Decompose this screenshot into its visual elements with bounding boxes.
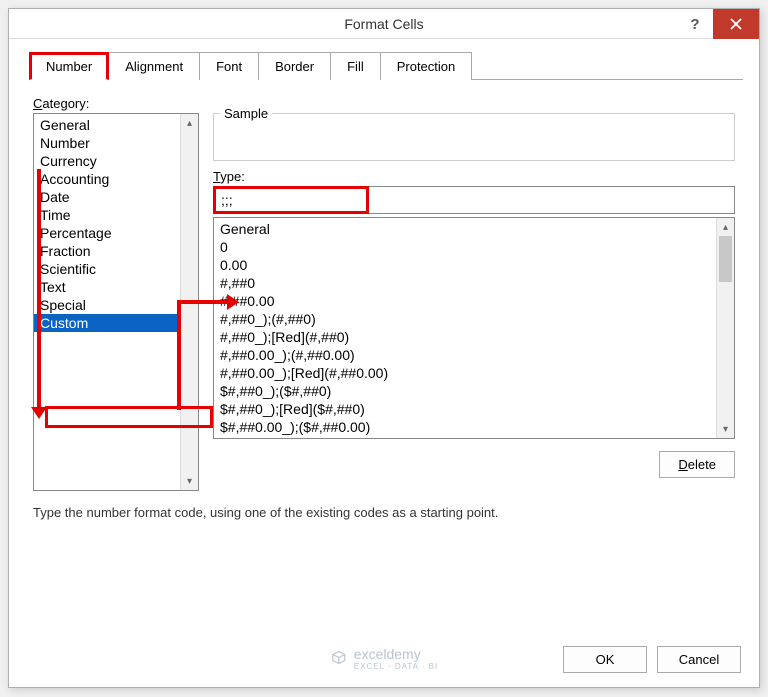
category-item-scientific[interactable]: Scientific — [34, 260, 180, 278]
format-code-item[interactable]: #,##0_);(#,##0) — [218, 310, 712, 328]
category-item-number[interactable]: Number — [34, 134, 180, 152]
format-code-item[interactable]: #,##0.00 — [218, 292, 712, 310]
tab-fill[interactable]: Fill — [330, 52, 381, 80]
category-scrollbar[interactable]: ▴ ▾ — [180, 114, 198, 490]
category-item-time[interactable]: Time — [34, 206, 180, 224]
close-button[interactable] — [713, 9, 759, 39]
watermark-tagline: EXCEL · DATA · BI — [354, 662, 438, 671]
category-listbox[interactable]: General Number Currency Accounting Date … — [33, 113, 199, 491]
category-item-accounting[interactable]: Accounting — [34, 170, 180, 188]
format-code-item[interactable]: $#,##0_);[Red]($#,##0) — [218, 400, 712, 418]
cancel-button[interactable]: Cancel — [657, 646, 741, 673]
category-item-custom[interactable]: Custom — [34, 314, 180, 332]
scroll-down-icon[interactable]: ▾ — [181, 472, 198, 490]
format-code-item[interactable]: #,##0.00_);(#,##0.00) — [218, 346, 712, 364]
scroll-down-icon[interactable]: ▾ — [717, 420, 734, 438]
format-code-item[interactable]: $#,##0.00_);($#,##0.00) — [218, 418, 712, 436]
format-code-item[interactable]: General — [218, 220, 712, 238]
scroll-thumb[interactable] — [719, 236, 732, 282]
category-item-general[interactable]: General — [34, 116, 180, 134]
format-code-item[interactable]: $#,##0_);($#,##0) — [218, 382, 712, 400]
tab-strip: Number Alignment Font Border Fill Protec… — [29, 51, 743, 80]
format-code-item[interactable]: #,##0_);[Red](#,##0) — [218, 328, 712, 346]
format-code-listbox[interactable]: General 0 0.00 #,##0 #,##0.00 #,##0_);(#… — [213, 217, 735, 439]
scroll-up-icon[interactable]: ▴ — [181, 114, 198, 132]
category-item-special[interactable]: Special — [34, 296, 180, 314]
sample-value — [222, 120, 726, 148]
tab-number[interactable]: Number — [29, 52, 109, 80]
format-cells-dialog: Format Cells ? Number Alignment Font Bor… — [8, 8, 760, 688]
watermark-icon — [330, 650, 348, 668]
category-item-date[interactable]: Date — [34, 188, 180, 206]
dialog-content: Number Alignment Font Border Fill Protec… — [9, 39, 759, 536]
sample-label: Sample — [220, 106, 272, 121]
format-code-item[interactable]: 0 — [218, 238, 712, 256]
scroll-up-icon[interactable]: ▴ — [717, 218, 734, 236]
format-code-item[interactable]: #,##0.00_);[Red](#,##0.00) — [218, 364, 712, 382]
dialog-button-row: OK Cancel — [563, 646, 741, 673]
dialog-title: Format Cells — [9, 16, 759, 32]
tab-font[interactable]: Font — [199, 52, 259, 80]
category-item-fraction[interactable]: Fraction — [34, 242, 180, 260]
category-item-percentage[interactable]: Percentage — [34, 224, 180, 242]
sample-group: Sample — [213, 113, 735, 161]
format-scrollbar[interactable]: ▴ ▾ — [716, 218, 734, 438]
category-item-currency[interactable]: Currency — [34, 152, 180, 170]
close-icon — [730, 18, 742, 30]
category-item-text[interactable]: Text — [34, 278, 180, 296]
tab-alignment[interactable]: Alignment — [108, 52, 200, 80]
titlebar: Format Cells ? — [9, 9, 759, 39]
type-label: Type: — [213, 169, 735, 184]
tab-border[interactable]: Border — [258, 52, 331, 80]
format-code-item[interactable]: 0.00 — [218, 256, 712, 274]
tab-protection[interactable]: Protection — [380, 52, 473, 80]
type-input[interactable] — [216, 189, 366, 211]
ok-button[interactable]: OK — [563, 646, 647, 673]
watermark: exceldemy EXCEL · DATA · BI — [330, 646, 438, 671]
delete-button[interactable]: Delete — [659, 451, 735, 478]
titlebar-buttons: ? — [677, 9, 759, 39]
hint-text: Type the number format code, using one o… — [33, 505, 735, 520]
category-label: Category: — [33, 96, 735, 111]
format-code-item[interactable]: #,##0 — [218, 274, 712, 292]
watermark-brand: exceldemy — [354, 646, 438, 662]
help-button[interactable]: ? — [677, 9, 713, 39]
tab-panel-number: Category: General Number Currency Accoun… — [25, 80, 743, 528]
